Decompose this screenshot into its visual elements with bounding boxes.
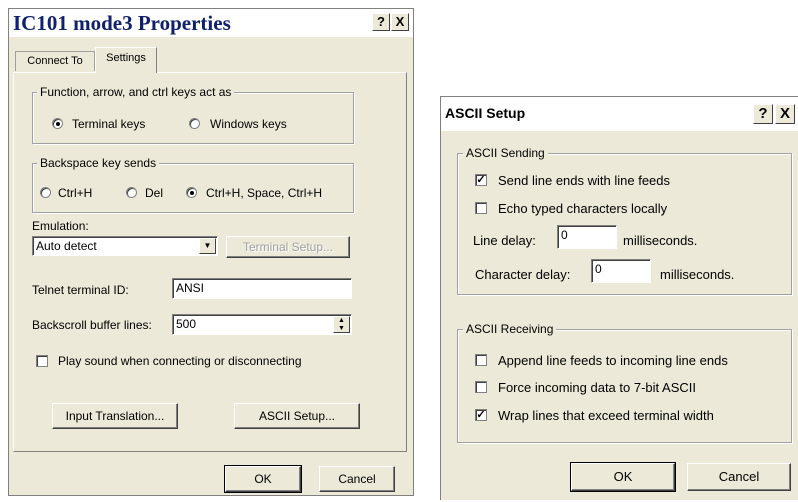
play-sound-checkbox[interactable]	[36, 355, 48, 367]
ascii-sending-legend: ASCII Sending	[463, 146, 548, 160]
play-sound-label: Play sound when connecting or disconnect…	[58, 354, 302, 368]
telnet-id-label: Telnet terminal ID:	[32, 283, 129, 297]
line-delay-input[interactable]: 0	[557, 225, 617, 249]
ok-label: OK	[254, 472, 272, 486]
input-translation-label: Input Translation...	[65, 409, 165, 423]
backscroll-input[interactable]: 500	[172, 314, 352, 335]
del-radio[interactable]	[126, 187, 137, 198]
ascii-help-button[interactable]: ?	[753, 104, 773, 124]
backscroll-spinner[interactable]: ▲ ▼	[333, 316, 350, 333]
properties-dialog: IC101 mode3 Properties ? X Connect To Se…	[8, 8, 414, 496]
ascii-setup-title: ASCII Setup	[445, 105, 526, 121]
echo-typed-checkbox[interactable]	[475, 202, 487, 214]
help-icon: ?	[758, 105, 768, 122]
character-delay-unit: milliseconds.	[660, 267, 735, 282]
properties-title-bar[interactable]: IC101 mode3 Properties ? X	[9, 9, 413, 37]
checkmark-icon: ✓	[476, 174, 486, 186]
spin-down-icon[interactable]: ▼	[334, 325, 349, 333]
ascii-cancel-label: Cancel	[718, 469, 760, 484]
close-icon: X	[395, 14, 405, 29]
terminal-keys-label: Terminal keys	[72, 117, 146, 131]
close-button[interactable]: X	[391, 13, 409, 31]
tab-settings[interactable]: Settings	[95, 47, 157, 73]
ascii-setup-title-bar[interactable]: ASCII Setup ? X	[441, 97, 798, 131]
ctrl-h-radio[interactable]	[40, 187, 51, 198]
checkmark-icon: ✓	[476, 409, 486, 421]
terminal-setup-button[interactable]: Terminal Setup...	[226, 236, 350, 258]
properties-title: IC101 mode3 Properties	[13, 11, 231, 35]
emulation-value: Auto detect	[36, 239, 97, 253]
tab-connect-to[interactable]: Connect To	[15, 51, 95, 71]
cancel-button[interactable]: Cancel	[319, 466, 395, 492]
force-7bit-label: Force incoming data to 7-bit ASCII	[498, 380, 696, 395]
ok-button[interactable]: OK	[224, 465, 302, 493]
windows-keys-radio[interactable]	[189, 118, 200, 129]
terminal-setup-label: Terminal Setup...	[242, 240, 334, 254]
settings-panel: Function, arrow, and ctrl keys act as Te…	[13, 72, 407, 452]
ctrl-h-space-label: Ctrl+H, Space, Ctrl+H	[206, 186, 323, 200]
ctrl-h-space-radio[interactable]	[186, 187, 197, 198]
character-delay-label: Character delay:	[475, 267, 571, 282]
tab-settings-label: Settings	[106, 52, 146, 64]
del-label: Del	[145, 186, 164, 200]
ascii-cancel-button[interactable]: Cancel	[687, 463, 791, 491]
cancel-label: Cancel	[338, 472, 376, 486]
echo-typed-label: Echo typed characters locally	[498, 201, 668, 216]
send-line-ends-checkbox[interactable]: ✓	[475, 174, 487, 186]
wrap-lines-checkbox[interactable]: ✓	[475, 409, 487, 421]
line-delay-unit: milliseconds.	[623, 233, 698, 248]
line-delay-value: 0	[561, 228, 568, 242]
backspace-legend: Backspace key sends	[37, 156, 160, 170]
append-line-feeds-label: Append line feeds to incoming line ends	[498, 353, 728, 368]
emulation-dropdown-button[interactable]: ▼	[199, 238, 216, 254]
ascii-setup-dialog: ASCII Setup ? X ASCII Sending ✓ Send lin…	[440, 96, 798, 500]
ascii-ok-button[interactable]: OK	[570, 462, 676, 492]
ascii-setup-button-label: ASCII Setup...	[258, 409, 336, 423]
chevron-down-icon: ▼	[203, 241, 212, 250]
ascii-receiving-legend: ASCII Receiving	[463, 322, 557, 336]
windows-keys-label: Windows keys	[210, 117, 287, 131]
backscroll-label: Backscroll buffer lines:	[32, 318, 152, 332]
terminal-keys-radio[interactable]	[52, 118, 63, 129]
telnet-id-value: ANSI	[176, 281, 205, 295]
ascii-close-button[interactable]: X	[775, 104, 795, 124]
telnet-id-input[interactable]: ANSI	[172, 278, 352, 299]
backscroll-value: 500	[176, 317, 197, 331]
append-line-feeds-checkbox[interactable]	[475, 354, 487, 366]
wrap-lines-label: Wrap lines that exceed terminal width	[498, 408, 714, 423]
emulation-select[interactable]: Auto detect	[32, 236, 218, 256]
ascii-setup-button[interactable]: ASCII Setup...	[234, 403, 360, 429]
input-translation-button[interactable]: Input Translation...	[52, 403, 178, 429]
help-button[interactable]: ?	[372, 13, 390, 31]
emulation-label: Emulation:	[32, 219, 89, 233]
send-line-ends-label: Send line ends with line feeds	[498, 173, 671, 188]
ascii-ok-label: OK	[613, 469, 633, 484]
spin-up-icon[interactable]: ▲	[334, 317, 349, 325]
character-delay-value: 0	[595, 262, 602, 276]
function-keys-legend: Function, arrow, and ctrl keys act as	[37, 85, 235, 99]
help-icon: ?	[377, 14, 385, 29]
ctrl-h-label: Ctrl+H	[58, 186, 93, 200]
line-delay-label: Line delay:	[473, 233, 536, 248]
character-delay-input[interactable]: 0	[591, 259, 651, 283]
force-7bit-checkbox[interactable]	[475, 381, 487, 393]
tab-connect-to-label: Connect To	[27, 55, 83, 67]
close-icon: X	[779, 105, 790, 122]
